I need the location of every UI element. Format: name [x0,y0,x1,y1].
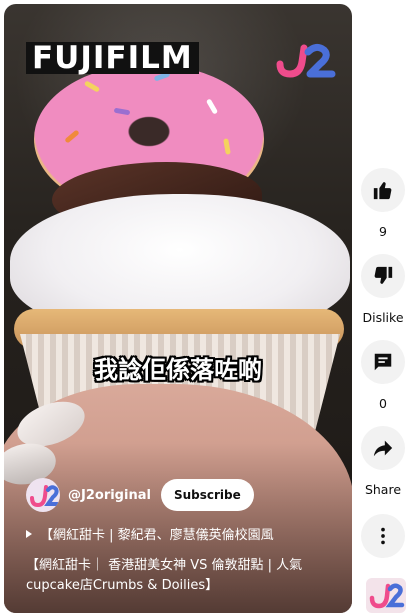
share-action: Share [358,426,408,497]
subscribe-button[interactable]: Subscribe [160,479,254,511]
dislike-label: Dislike [362,310,404,325]
j2-logo-icon [30,485,59,508]
video-title[interactable]: 【網紅甜卡｜ 香港甜美女神 VS 倫敦甜點 | 人氣cupcake店Crumbs… [26,556,346,596]
channel-row: @J2original Subscribe [26,478,254,512]
j2-logo-icon [369,583,405,609]
channel-handle[interactable]: @J2original [68,488,151,503]
comment-count: 0 [379,396,387,411]
j2-logo-icon [276,43,336,78]
dislike-action: Dislike [358,254,408,325]
playlist-label: 【網紅甜卡 | 黎紀君、廖慧儀英倫校園風 [40,528,274,543]
comment-button[interactable] [361,340,405,384]
more-action [358,514,408,558]
sound-thumbnail[interactable] [366,578,406,613]
thumbs-down-icon [374,266,393,284]
channel-avatar[interactable] [26,478,60,512]
video-caption: 我諗佢係落咗啲 [94,356,262,384]
like-count: 9 [379,224,387,239]
comment-icon [374,353,392,371]
dislike-button[interactable] [361,254,405,298]
more-button[interactable] [361,514,405,558]
playlist-link[interactable]: 【網紅甜卡 | 黎紀君、廖慧儀英倫校園風 [26,524,274,543]
share-icon [373,440,393,457]
like-button[interactable] [361,168,405,212]
comment-action: 0 [358,340,408,411]
brand-logo: FUJIFILM [26,42,199,74]
share-button[interactable] [361,426,405,470]
like-action: 9 [358,168,408,239]
play-icon [26,529,32,538]
more-vertical-icon [381,527,385,545]
thumbs-up-icon [373,182,392,200]
share-label: Share [364,482,402,497]
video-player[interactable]: FUJIFILM 我諗佢係落咗啲 @J2original Subscribe 【… [4,4,352,613]
